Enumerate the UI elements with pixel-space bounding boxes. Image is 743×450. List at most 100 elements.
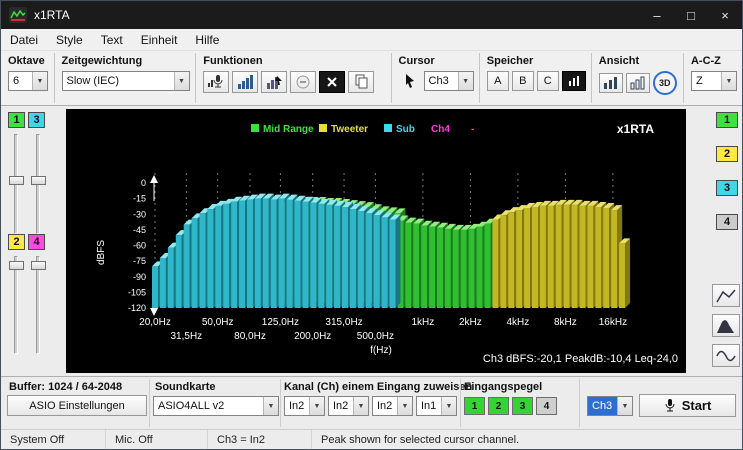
right-channel-2-button[interactable]: 2 (716, 146, 738, 162)
group-funktionen: Funktionen (196, 51, 390, 105)
menubar: Datei Style Text Einheit Hilfe (1, 29, 742, 51)
speicher-a-button[interactable]: A (487, 71, 509, 91)
chevron-down-icon[interactable]: ▼ (174, 72, 189, 90)
generator-view-button[interactable] (712, 344, 740, 367)
assign-ch4-value: In1 (417, 397, 441, 415)
chevron-down-icon[interactable]: ▼ (721, 72, 736, 90)
soundcard-combo[interactable]: ASIO4ALL v2 ▼ (153, 396, 279, 416)
level-1-button[interactable]: 1 (464, 397, 485, 415)
group-ansicht: Ansicht 3D (592, 51, 683, 105)
maximize-button[interactable]: □ (674, 1, 708, 29)
cursor-channel-combo[interactable]: Ch3 ▼ (424, 71, 474, 91)
svg-text:x1RTA: x1RTA (617, 122, 654, 136)
assign-ch1-combo[interactable]: In2 ▼ (284, 396, 325, 416)
view-bars-outline-button[interactable] (626, 73, 650, 93)
assign-ch3-combo[interactable]: In2 ▼ (372, 396, 413, 416)
status-system: System Off (1, 430, 106, 449)
chevron-down-icon[interactable]: ▼ (397, 397, 412, 415)
assign-ch2-combo[interactable]: In2 ▼ (328, 396, 369, 416)
asio-settings-button[interactable]: ASIO Einstellungen (7, 395, 147, 416)
svg-text:315,0Hz: 315,0Hz (325, 317, 362, 328)
assign-ch4-combo[interactable]: In1 ▼ (416, 396, 457, 416)
active-cursor-channel-combo[interactable]: Ch3 ▼ (587, 396, 633, 416)
svg-text:-30: -30 (133, 209, 146, 219)
fader-handle-ch3[interactable] (31, 176, 46, 185)
svg-text:-45: -45 (133, 225, 146, 235)
group-oktave: Oktave 6 ▼ (1, 51, 54, 105)
measure-mic-button[interactable] (203, 71, 229, 93)
copy-button[interactable] (348, 71, 374, 93)
fader-handle-ch4[interactable] (31, 261, 46, 270)
svg-text:20,0Hz: 20,0Hz (139, 317, 171, 328)
right-channel-4-button[interactable]: 4 (716, 214, 738, 230)
menu-einheit[interactable]: Einheit (132, 30, 187, 50)
main-area: 1 3 2 4 0-15-30-45-60-75-90-105-120dBFS2… (1, 106, 742, 376)
cursor-tool-button[interactable] (399, 71, 421, 91)
oktave-value: 6 (9, 72, 32, 90)
spectrogram-view-button[interactable] (712, 314, 740, 337)
view-3d-button[interactable]: 3D (653, 71, 677, 95)
chevron-down-icon[interactable]: ▼ (353, 397, 368, 415)
svg-text:Ch3 dBFS:-20,1 PeakdB:-10,4 Le: Ch3 dBFS:-20,1 PeakdB:-10,4 Leq-24,0 (483, 353, 678, 365)
channel-4-button[interactable]: 4 (28, 234, 45, 250)
channel-3-button[interactable]: 3 (28, 112, 45, 128)
fader-track-ch4 (36, 256, 40, 354)
speicher-b-button[interactable]: B (512, 71, 534, 91)
right-channel-panel: 1 2 3 4 (686, 106, 742, 376)
app-window: x1RTA – □ × Datei Style Text Einheit Hil… (0, 0, 743, 450)
chevron-down-icon[interactable]: ▼ (32, 72, 47, 90)
zeitgewichtung-combo[interactable]: Slow (IEC) ▼ (62, 71, 190, 91)
right-channel-1-button[interactable]: 1 (716, 112, 738, 128)
speicher-store-button[interactable] (562, 71, 586, 91)
close-button[interactable]: × (708, 1, 742, 29)
group-cursor: Cursor Ch3 ▼ (392, 51, 479, 105)
start-button[interactable]: Start (639, 394, 736, 417)
assign-ch2-value: In2 (329, 397, 353, 415)
microphone-icon (664, 398, 676, 414)
menu-text[interactable]: Text (92, 30, 132, 50)
level-3-button[interactable]: 3 (512, 397, 533, 415)
transfer-view-button[interactable] (712, 284, 740, 307)
svg-text:125,0Hz: 125,0Hz (262, 317, 299, 328)
channel-2-button[interactable]: 2 (8, 234, 25, 250)
speicher-c-button[interactable]: C (537, 71, 559, 91)
titlebar: x1RTA – □ × (1, 1, 742, 29)
channel-1-button[interactable]: 1 (8, 112, 25, 128)
svg-text:-90: -90 (133, 272, 146, 282)
menu-style[interactable]: Style (47, 30, 92, 50)
remove-button[interactable] (290, 71, 316, 93)
weighting-combo[interactable]: Z ▼ (691, 71, 737, 91)
soundcard-value: ASIO4ALL v2 (154, 397, 263, 415)
svg-text:500,0Hz: 500,0Hz (357, 331, 394, 342)
right-channel-3-button[interactable]: 3 (716, 180, 738, 196)
level-2-button[interactable]: 2 (488, 397, 509, 415)
speicher-label: Speicher (487, 55, 591, 67)
acz-label: A-C-Z (691, 55, 742, 67)
view-bars-filled-button[interactable] (599, 73, 623, 93)
fader-handle-ch2[interactable] (9, 261, 24, 270)
spectrum-button[interactable] (232, 71, 258, 93)
svg-text:f(Hz): f(Hz) (370, 345, 392, 356)
svg-text:Mid Range: Mid Range (263, 124, 314, 135)
cursor-arrow-icon (403, 73, 417, 89)
level-4-button[interactable]: 4 (536, 397, 557, 415)
chevron-down-icon[interactable]: ▼ (458, 72, 473, 90)
clear-x-icon (326, 76, 338, 88)
bars-filled-icon (603, 76, 619, 90)
minimize-button[interactable]: – (640, 1, 674, 29)
chevron-down-icon[interactable]: ▼ (617, 397, 632, 415)
fader-handle-ch1[interactable] (9, 176, 24, 185)
bar-chart-icon (236, 74, 254, 90)
chevron-down-icon[interactable]: ▼ (309, 397, 324, 415)
status-mic: Mic. Off (106, 430, 208, 449)
clear-button[interactable] (319, 71, 345, 93)
svg-text:-15: -15 (133, 194, 146, 204)
menu-hilfe[interactable]: Hilfe (186, 30, 228, 50)
rta-chart-canvas[interactable]: 0-15-30-45-60-75-90-105-120dBFS20,0Hz31,… (66, 109, 686, 373)
oktave-label: Oktave (8, 55, 54, 67)
chevron-down-icon[interactable]: ▼ (263, 397, 278, 415)
chevron-down-icon[interactable]: ▼ (441, 397, 456, 415)
oktave-combo[interactable]: 6 ▼ (8, 71, 48, 91)
spectrum-cursor-button[interactable] (261, 71, 287, 93)
menu-datei[interactable]: Datei (1, 30, 47, 50)
